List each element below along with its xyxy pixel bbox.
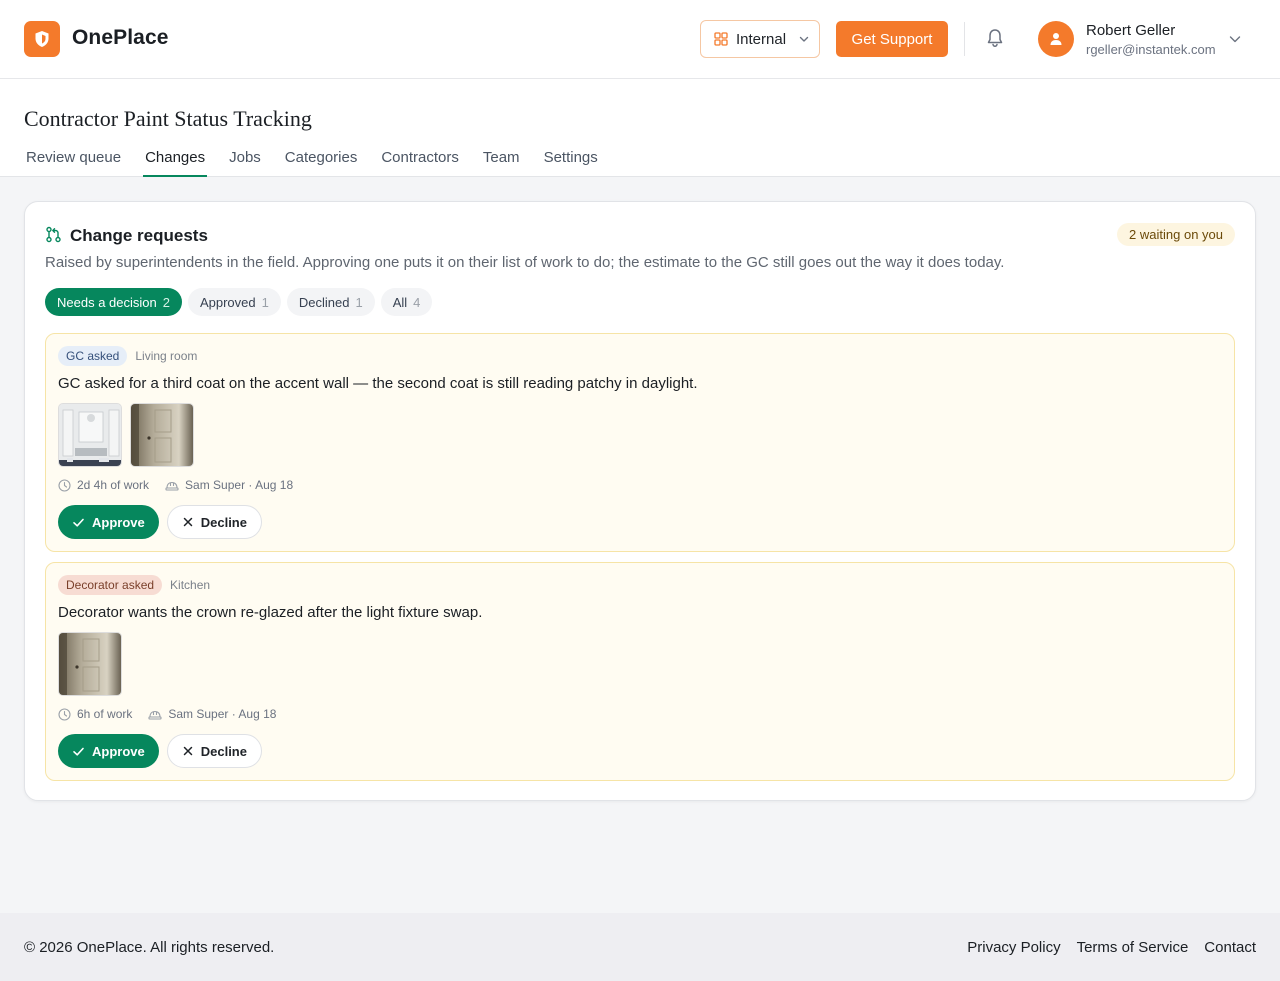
close-icon xyxy=(183,746,192,756)
workspace-label: Internal xyxy=(736,30,787,48)
decline-label: Decline xyxy=(200,743,247,759)
brand-name: OnePlace xyxy=(72,26,169,49)
raised-by: Sam Super · Aug 18 xyxy=(165,478,293,492)
filter-label: Needs a decision xyxy=(57,294,157,310)
waiting-badge: 2 waiting on you xyxy=(1117,223,1235,246)
filter-label: All xyxy=(392,294,408,310)
hard-hat-icon xyxy=(165,481,179,491)
tab-review-queue[interactable]: Review queue xyxy=(24,141,123,177)
hard-hat-icon xyxy=(148,710,162,720)
top-bar: OnePlace Internal Get Support Robert Gel… xyxy=(0,0,1280,79)
filter-count: 4 xyxy=(413,294,421,310)
duration-text: 2d 4h of work xyxy=(77,478,150,492)
copyright: © 2026 OnePlace. All rights reserved. xyxy=(24,939,275,956)
tab-settings[interactable]: Settings xyxy=(542,141,600,177)
tab-categories[interactable]: Categories xyxy=(283,141,360,177)
photo-thumbnail[interactable] xyxy=(130,403,194,467)
request-actions: Approve Decline xyxy=(58,734,262,768)
decline-button[interactable]: Decline xyxy=(166,505,262,539)
card-subtitle: Raised by superintendents in the field. … xyxy=(45,254,1005,271)
approve-label: Approve xyxy=(92,514,145,530)
get-support-button[interactable]: Get Support xyxy=(836,21,948,57)
request-meta: 6h of work Sam Super · Aug 18 xyxy=(58,707,292,721)
door-photo-image xyxy=(59,633,121,695)
footer-links: Privacy Policy Terms of Service Contact xyxy=(967,939,1256,956)
photo-thumbnail[interactable] xyxy=(58,632,122,696)
room-label: Living room xyxy=(135,349,198,363)
raised-by-text: Sam Super · Aug 18 xyxy=(168,707,277,721)
filter-declined[interactable]: Declined 1 xyxy=(286,288,375,316)
photo-thumbnail[interactable] xyxy=(58,403,122,467)
request-text: GC asked for a third coat on the accent … xyxy=(58,375,698,392)
avatar[interactable] xyxy=(1038,21,1074,57)
raised-by: Sam Super · Aug 18 xyxy=(148,707,276,721)
contact-link[interactable]: Contact xyxy=(1204,939,1256,956)
filter-count: 1 xyxy=(355,294,363,310)
page-header: Contractor Paint Status Tracking Review … xyxy=(0,79,1280,177)
chevron-down-icon xyxy=(799,36,809,42)
request-text: Decorator wants the crown re-glazed afte… xyxy=(58,604,483,621)
request-actions: Approve Decline xyxy=(58,505,262,539)
filter-count: 2 xyxy=(162,294,170,310)
privacy-policy-link[interactable]: Privacy Policy xyxy=(967,939,1060,956)
request-tags: GC asked Living room xyxy=(58,346,197,366)
request-tags: Decorator asked Kitchen xyxy=(58,575,210,595)
tab-changes[interactable]: Changes xyxy=(143,141,208,177)
approve-button[interactable]: Approve xyxy=(58,734,159,768)
duration: 6h of work xyxy=(58,707,132,721)
tab-bar: Review queue Changes Jobs Categories Con… xyxy=(24,141,620,177)
door-photo-image xyxy=(131,404,193,466)
request-meta: 2d 4h of work Sam Super · Aug 18 xyxy=(58,478,309,492)
close-icon xyxy=(183,517,192,527)
git-pull-request-icon xyxy=(46,226,61,243)
clock-icon xyxy=(58,478,71,492)
check-icon xyxy=(73,747,84,756)
photo-thumbnails xyxy=(58,632,122,696)
chevron-down-icon[interactable] xyxy=(1227,31,1243,47)
requester-tag: GC asked xyxy=(58,346,128,366)
tab-contractors[interactable]: Contractors xyxy=(379,141,461,177)
filter-label: Approved xyxy=(199,294,256,310)
change-requests-card: Change requests 2 waiting on you Raised … xyxy=(24,201,1256,801)
approve-label: Approve xyxy=(92,743,145,759)
bell-icon[interactable] xyxy=(984,27,1006,49)
change-request-item: Decorator asked Kitchen Decorator wants … xyxy=(45,562,1235,781)
card-title: Change requests xyxy=(70,226,208,245)
approve-button[interactable]: Approve xyxy=(58,505,159,539)
duration-text: 6h of work xyxy=(77,707,133,721)
terms-of-service-link[interactable]: Terms of Service xyxy=(1077,939,1189,956)
check-icon xyxy=(73,518,84,527)
change-request-item: GC asked Living room GC asked for a thir… xyxy=(45,333,1235,552)
tab-team[interactable]: Team xyxy=(481,141,522,177)
grid-icon xyxy=(714,32,728,46)
room-label: Kitchen xyxy=(170,578,211,592)
filter-count: 1 xyxy=(261,294,269,310)
filter-all[interactable]: All 4 xyxy=(380,288,433,316)
user-icon xyxy=(1050,33,1062,45)
decline-label: Decline xyxy=(200,514,247,530)
filter-chips: Needs a decision 2 Approved 1 Declined 1… xyxy=(45,288,433,316)
tab-jobs[interactable]: Jobs xyxy=(227,141,263,177)
filter-label: Declined xyxy=(298,294,350,310)
filter-needs-decision[interactable]: Needs a decision 2 xyxy=(45,288,182,316)
duration: 2d 4h of work xyxy=(58,478,149,492)
page-title: Contractor Paint Status Tracking xyxy=(24,106,312,131)
header-divider xyxy=(964,22,965,56)
photo-thumbnails xyxy=(58,403,194,467)
clock-icon xyxy=(58,707,71,721)
requester-tag: Decorator asked xyxy=(58,575,163,595)
user-name: Robert Geller xyxy=(1086,22,1176,39)
decline-button[interactable]: Decline xyxy=(166,734,262,768)
brand-logo[interactable] xyxy=(24,21,60,57)
raised-by-text: Sam Super · Aug 18 xyxy=(185,478,294,492)
filter-approved[interactable]: Approved 1 xyxy=(187,288,281,316)
room-photo-image xyxy=(59,404,121,466)
user-email: rgeller@instantek.com xyxy=(1086,42,1216,57)
shield-icon xyxy=(35,31,49,47)
footer: © 2026 OnePlace. All rights reserved. Pr… xyxy=(0,913,1280,981)
workspace-select[interactable]: Internal xyxy=(700,20,820,58)
